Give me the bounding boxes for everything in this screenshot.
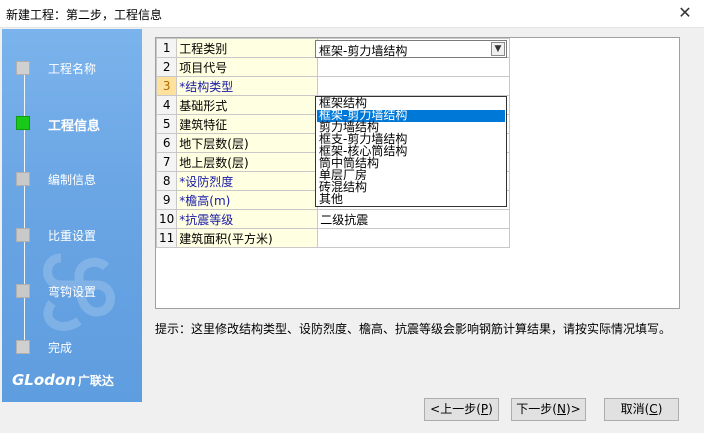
property-value-cell[interactable] [317,228,511,248]
close-icon[interactable]: ✕ [676,4,694,22]
table-row[interactable]: 3 *结构类型 [155,76,511,96]
step-active-marker-icon [16,116,30,130]
step-project-info: 工程信息 [2,113,142,134]
row-number: 10 [155,209,178,229]
row-number: 8 [155,171,178,191]
step-finish: 完成 [2,337,142,357]
hint-text: 提示：这里修改结构类型、设防烈度、檐高、抗震等级会影响钢筋计算结果，请按实际情况… [155,322,672,336]
table-row[interactable]: 11 建筑面积(平方米) [155,228,511,248]
property-name: *抗震等级 [176,209,319,229]
row-number: 5 [155,114,178,134]
row-number: 2 [155,57,178,77]
row-number: 1 [155,38,178,58]
property-name: 建筑面积(平方米) [176,228,319,248]
property-name: 地上层数(层) [176,152,319,172]
step-marker-icon [16,172,30,186]
step-hook-settings: 弯钩设置 [2,281,142,301]
window-title: 新建工程：第二步，工程信息 [6,8,163,22]
property-name: 项目代号 [176,57,319,77]
chevron-down-icon[interactable]: ▼ [491,42,505,56]
property-name: *檐高(m) [176,190,319,210]
property-name: *设防烈度 [176,171,319,191]
step-marker-icon [16,284,30,298]
step-marker-icon [16,228,30,242]
dropdown-option[interactable]: 砖混结构 [317,181,505,194]
dropdown-option[interactable]: 其他 [317,193,505,206]
property-value-cell[interactable] [317,57,511,77]
combo-value: 框架-剪力墙结构 [319,44,408,58]
row-number: 9 [155,190,178,210]
brand-logo: GLodon 广联达 [12,371,114,389]
row-number: 3 [155,76,178,96]
row-number: 7 [155,152,178,172]
step-project-name: 工程名称 [2,58,142,78]
property-name: 地下层数(层) [176,133,319,153]
property-name: 建筑特征 [176,114,319,134]
property-name: 基础形式 [176,95,319,115]
wizard-sidebar: 工程名称 工程信息 编制信息 比重设置 弯钩设置 完成 GLodon 广联达 [2,29,142,402]
property-value-cell[interactable]: 二级抗震 [317,209,511,229]
table-row[interactable]: 2 项目代号 [155,57,511,77]
step-connector [24,69,25,347]
prev-button[interactable]: <上一步(P) [424,398,499,421]
step-compile-info: 编制信息 [2,169,142,189]
row-number: 6 [155,133,178,153]
structure-type-combo[interactable]: 框架-剪力墙结构 ▼ [315,40,507,58]
structure-type-dropdown[interactable]: 框架结构 框架-剪力墙结构 剪力墙结构 框支-剪力墙结构 框架-核心筒结构 筒中筒结构 单层… [315,96,507,207]
step-weight-settings: 比重设置 [2,225,142,245]
title-bar: 新建工程：第二步，工程信息 ✕ [0,0,704,28]
property-value-cell[interactable] [317,76,511,96]
property-name: 工程类别 [176,38,319,58]
property-name: *结构类型 [176,76,319,96]
step-marker-icon [16,61,30,75]
row-number: 4 [155,95,178,115]
step-marker-icon [16,340,30,354]
next-button[interactable]: 下一步(N)> [511,398,586,421]
row-number: 11 [155,228,178,248]
table-row[interactable]: 10 *抗震等级 二级抗震 [155,209,511,229]
cancel-button[interactable]: 取消(C) [604,398,679,421]
